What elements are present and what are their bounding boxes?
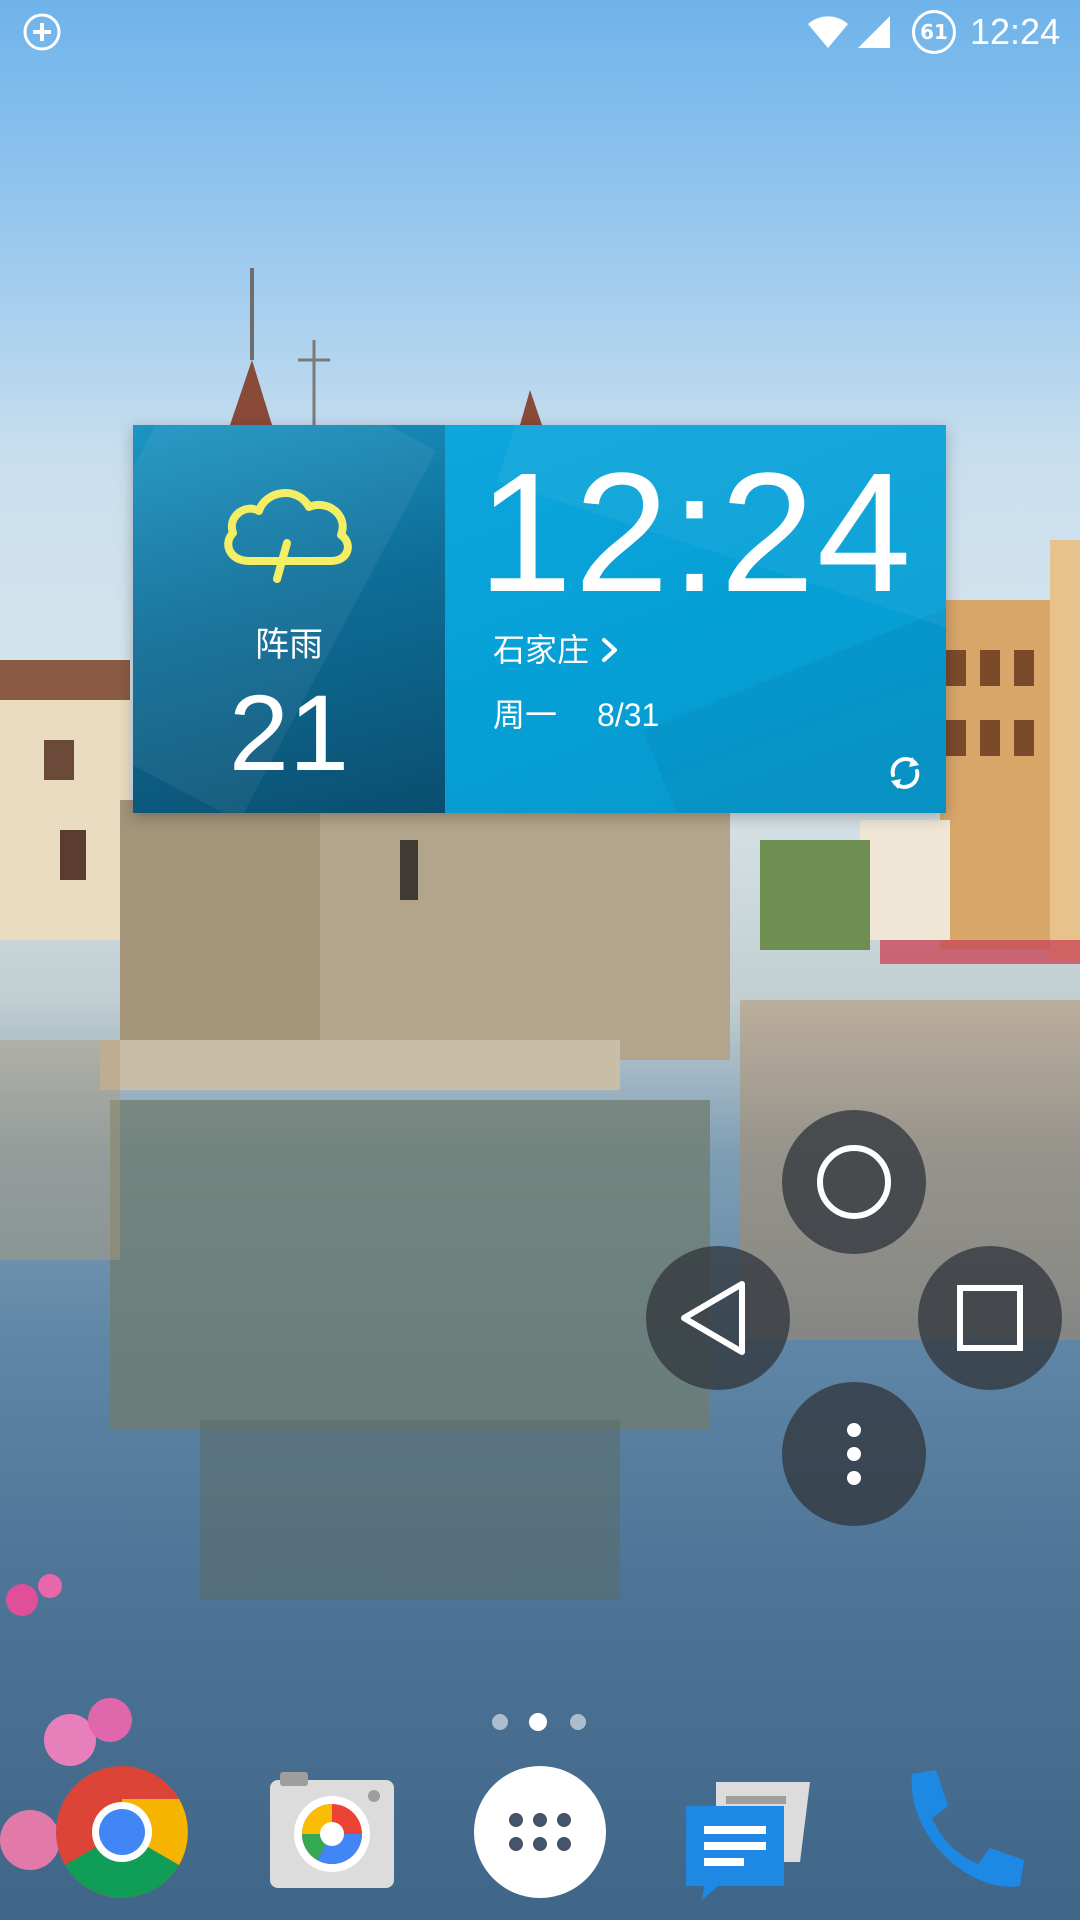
city-selector[interactable]: 石家庄 [493, 628, 621, 672]
cell-signal-icon [858, 16, 890, 48]
back-button[interactable] [646, 1246, 790, 1390]
dock-app-chrome[interactable] [52, 1762, 192, 1902]
clock-panel[interactable]: 12:24 石家庄 周一 8/31 [445, 425, 946, 813]
home-button[interactable] [782, 1110, 926, 1254]
dock-app-phone[interactable] [890, 1762, 1030, 1902]
triangle-back-icon [681, 1281, 745, 1355]
page-dot[interactable] [492, 1714, 508, 1730]
page-indicator [488, 1712, 592, 1732]
refresh-icon[interactable] [885, 753, 925, 793]
wallpaper [0, 268, 1080, 1870]
wifi-icon [808, 16, 848, 48]
menu-button[interactable] [782, 1382, 926, 1526]
dock-app-messages[interactable] [680, 1762, 820, 1902]
messages-icon [686, 1782, 810, 1900]
recents-button[interactable] [918, 1246, 1062, 1390]
square-recents-icon [957, 1285, 1023, 1351]
phone-icon [911, 1770, 1024, 1887]
weather-condition: 阵雨 [255, 625, 323, 665]
date-row: 周一 8/31 [493, 693, 659, 737]
camera-icon [270, 1772, 394, 1888]
home-screen: 61 12:24 阵雨 21 12:24 石家庄 周一 8/31 [0, 0, 1080, 1920]
chrome-icon [56, 1766, 188, 1898]
weather-clock-widget[interactable]: 阵雨 21 12:24 石家庄 周一 8/31 [133, 425, 946, 813]
dock-app-camera[interactable] [262, 1762, 402, 1902]
rain-cloud-icon [224, 489, 352, 583]
battery-indicator: 61 [912, 10, 956, 54]
add-circle-icon [23, 13, 61, 51]
status-bar: 61 12:24 [0, 0, 1080, 64]
circle-home-icon [817, 1145, 891, 1219]
date-label: 8/31 [597, 697, 660, 733]
page-dot[interactable] [570, 1714, 586, 1730]
dock [0, 1750, 1080, 1920]
app-drawer-icon [474, 1766, 606, 1898]
city-label: 石家庄 [493, 631, 590, 669]
dock-app-drawer[interactable] [470, 1762, 610, 1902]
weather-panel[interactable]: 阵雨 21 [133, 425, 445, 813]
clock-time[interactable]: 12:24 [445, 443, 946, 623]
vertical-dots-icon [847, 1423, 861, 1485]
page-dot-active[interactable] [529, 1713, 547, 1731]
weekday-label: 周一 [493, 696, 558, 734]
chevron-right-icon [602, 638, 618, 662]
weather-temperature: 21 [228, 672, 350, 793]
status-time: 12:24 [970, 11, 1061, 52]
